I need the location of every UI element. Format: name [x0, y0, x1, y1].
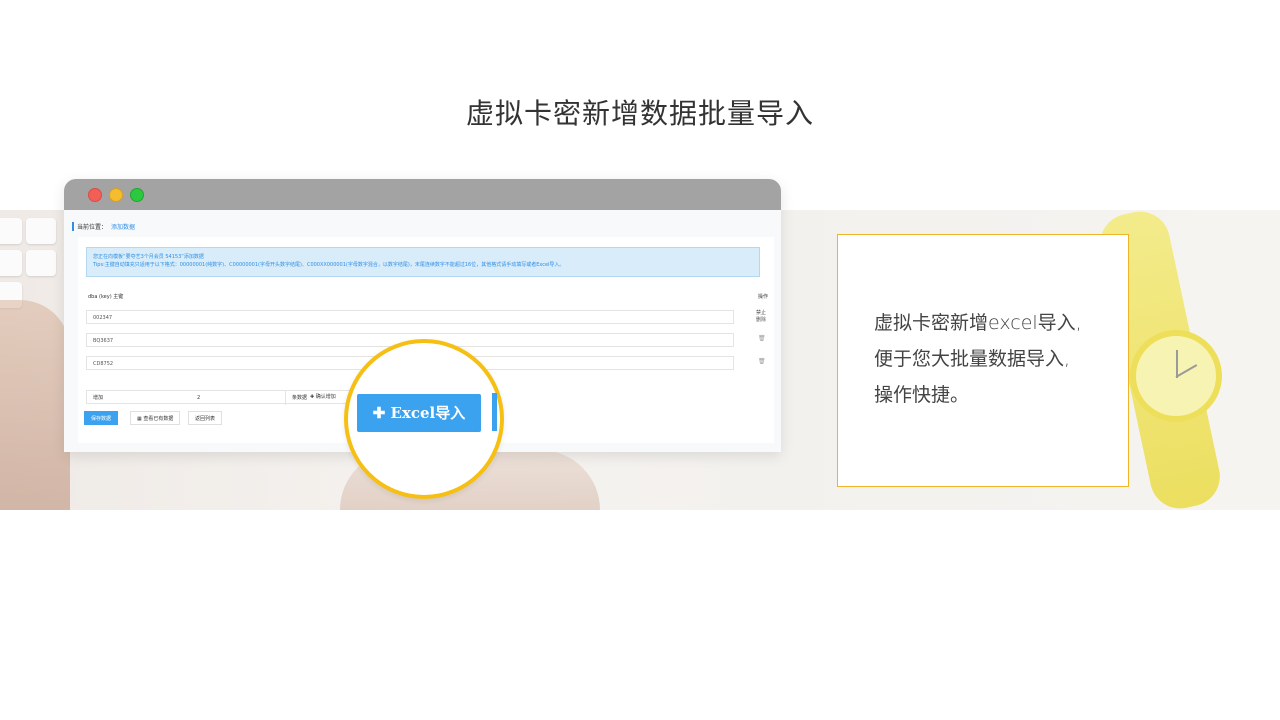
page-title: 虚拟卡密新增数据批量导入 — [465, 97, 814, 130]
row-op-line-1: 禁止 — [756, 310, 767, 316]
confirm-add-button[interactable]: ✚ 确认增加 — [310, 390, 336, 404]
save-data-button[interactable]: 保存数据 — [84, 411, 119, 425]
notice-line-2: Tips:主键自动填充只适用于以下格式：00000001(纯数字)、C00000… — [93, 262, 565, 268]
trash-icon[interactable]: 🗑 — [758, 358, 766, 365]
browser-titlebar — [64, 179, 781, 210]
description-box: 虚拟卡密新增excel导入, 便于您大批量数据导入, 操作快捷。 — [837, 234, 1129, 487]
close-window-dot — [88, 188, 102, 202]
description-line-3: 操作快捷。 — [874, 384, 970, 406]
breadcrumb-link[interactable]: 添加数据 — [111, 224, 135, 231]
key-input-1[interactable]: 002347 — [86, 310, 734, 324]
watch-icon — [1130, 330, 1222, 422]
magnified-button-edge — [492, 393, 497, 431]
row-op-line-2: 删除 — [756, 317, 767, 323]
add-rows-count[interactable]: 2 — [197, 391, 200, 405]
back-to-list-button[interactable]: 返回列表 — [188, 411, 223, 425]
table-header-key: dba (key) 主键 — [88, 294, 124, 300]
notice-box: 您正在向模板“要夺艺3个月会员 54153”添加数据 Tips:主键自动填充只适… — [86, 247, 760, 277]
trash-icon[interactable]: 🗑 — [758, 335, 766, 342]
row-op-disabled: 禁止 删除 — [756, 310, 766, 324]
description-line-1: 虚拟卡密新增excel导入, — [874, 312, 1082, 334]
add-rows-label: 增加 — [93, 395, 104, 401]
maximize-window-dot — [130, 188, 144, 202]
view-data-button[interactable]: ▦ 查看已有数据 — [130, 411, 181, 425]
hand-photo — [0, 300, 70, 510]
excel-import-button[interactable]: ✚ Excel导入 — [357, 394, 481, 432]
notice-line-1: 您正在向模板“要夺艺3个月会员 54153”添加数据 — [93, 254, 204, 260]
description-line-2: 便于您大批量数据导入, — [874, 348, 1071, 370]
minimize-window-dot — [109, 188, 123, 202]
add-rows-unit: 条数据 — [285, 391, 307, 405]
table-header-op: 操作 — [758, 294, 769, 300]
breadcrumb-label: 当前位置： — [77, 224, 108, 231]
breadcrumb: 当前位置： 添加数据 — [72, 222, 135, 231]
